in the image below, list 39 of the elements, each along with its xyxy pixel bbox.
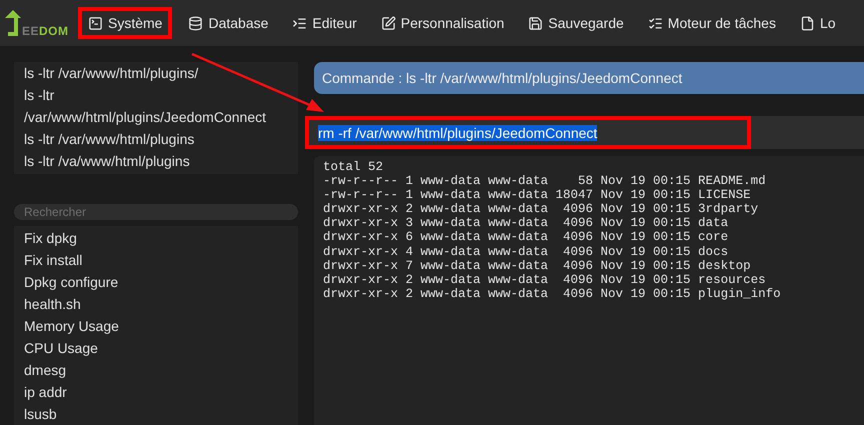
command-item[interactable]: Fix dpkg: [14, 227, 298, 249]
output-line: drwxr-xr-x 7 www-data www-data 4096 Nov 19 00:15 desktop: [323, 258, 752, 273]
logo-text: EEDOM: [22, 24, 69, 38]
output-line: drwxr-xr-x 4 www-data www-data 4096 Nov 19 00:15 docs: [323, 244, 730, 259]
list-icon: [292, 16, 308, 30]
history-item[interactable]: ls -ltr /va/www/html/plugins: [14, 150, 298, 172]
command-header: Commande : ls -ltr /var/www/html/plugins/JeedomConnect: [314, 62, 864, 94]
pen-icon: [380, 16, 396, 30]
database-icon: [188, 16, 204, 30]
file-icon: [800, 16, 815, 30]
command-item[interactable]: health.sh: [14, 293, 298, 315]
nav-tab[interactable]: Personnalisation: [372, 9, 512, 37]
nav-tab[interactable]: Moteur de tâches: [640, 9, 784, 37]
command-item[interactable]: ip addr: [14, 381, 298, 403]
nav-tab[interactable]: Sauvegarde: [520, 9, 632, 37]
command-item[interactable]: Memory Usage: [14, 315, 298, 337]
output-line: -rw-r--r-- 1 www-data www-data 18047 Nov 19 00:15 LICENSE: [323, 188, 752, 202]
output-line: total 52: [323, 160, 384, 174]
floppy-icon: [528, 16, 544, 30]
output-line: drwxr-xr-x 6 www-data www-data 4096 Nov 19 00:15 core: [323, 230, 730, 245]
command-item[interactable]: CPU Usage: [14, 337, 298, 359]
history-item[interactable]: ls -ltr /var/www/html/plugins/: [14, 62, 298, 84]
checklist-icon: [648, 16, 663, 30]
terminal-icon: [88, 16, 103, 30]
command-item[interactable]: lsusb: [14, 403, 298, 425]
output-line: drwxr-xr-x 3 www-data www-data 4096 Nov 19 00:15 data: [323, 216, 730, 230]
output-line: -rw-r--r-- 1 www-data www-data 58 Nov 19 00:15 README.md: [323, 174, 767, 188]
command-item[interactable]: Fix install: [14, 249, 298, 271]
command-item[interactable]: Dpkg configure: [14, 271, 298, 293]
output-line: drwxr-xr-x 2 www-data www-data 4096 Nov 19 00:15 3rdparty: [323, 202, 760, 216]
output-line: drwxr-xr-x 2 www-data www-data 4096 Nov 19 00:15 resources: [323, 272, 767, 287]
nav-tab[interactable]: Editeur: [284, 9, 365, 37]
nav-tab[interactable]: Lo: [792, 9, 844, 37]
history-item[interactable]: ls -ltr /var/www/html/plugins: [14, 128, 298, 150]
nav-tab[interactable]: Database: [180, 9, 276, 37]
output-line: drwxr-xr-x 2 www-data www-data 4096 Nov 19 00:15 plugin_info: [323, 286, 782, 301]
nav-tab[interactable]: Système: [80, 9, 170, 37]
command-item[interactable]: dmesg: [14, 359, 298, 381]
house-logo-icon: [4, 8, 22, 38]
